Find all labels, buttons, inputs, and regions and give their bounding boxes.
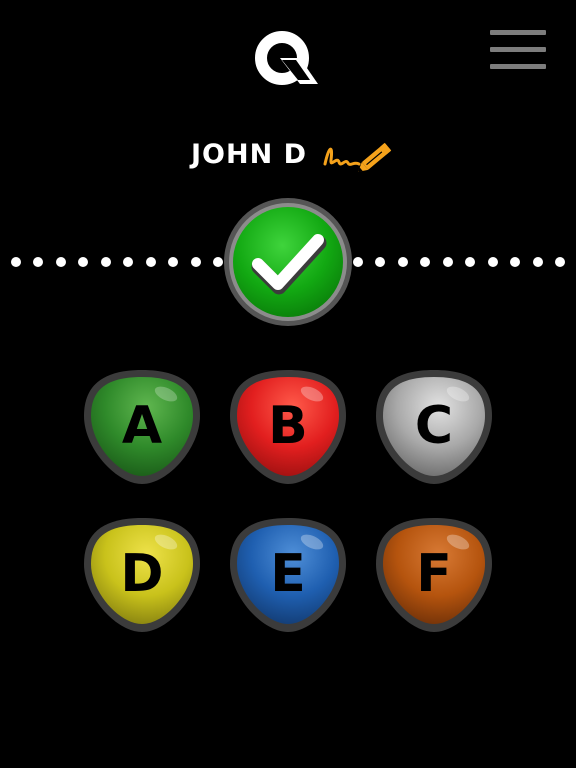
progress-dot xyxy=(168,257,178,267)
quiz-screen: JOHN D A B C D E F xyxy=(0,0,576,768)
progress-dot xyxy=(398,257,408,267)
edit-name-button[interactable] xyxy=(321,134,399,174)
answer-letter: B xyxy=(268,396,308,456)
progress-dot xyxy=(533,257,543,267)
progress-dot xyxy=(375,257,385,267)
progress-dot xyxy=(488,257,498,267)
quiz-q-logo-icon xyxy=(252,28,324,90)
progress-dot xyxy=(123,257,133,267)
answer-letter: C xyxy=(414,396,454,456)
progress-dot xyxy=(191,257,201,267)
player-row: JOHN D xyxy=(150,128,440,180)
progress-dot xyxy=(33,257,43,267)
answer-button-a[interactable]: A xyxy=(82,368,202,488)
answer-letter: A xyxy=(121,396,163,456)
answer-button-c[interactable]: C xyxy=(374,368,494,488)
answer-button-d[interactable]: D xyxy=(82,516,202,636)
answer-button-e[interactable]: E xyxy=(228,516,348,636)
answer-letter: F xyxy=(416,544,452,604)
progress-dot xyxy=(146,257,156,267)
answer-button-f[interactable]: F xyxy=(374,516,494,636)
progress-dot xyxy=(78,257,88,267)
progress-dot xyxy=(510,257,520,267)
answer-letter: D xyxy=(120,544,164,604)
progress-dot xyxy=(420,257,430,267)
menu-button[interactable] xyxy=(488,26,548,74)
player-name: JOHN D xyxy=(190,138,307,170)
progress-dot xyxy=(11,257,21,267)
signature-pencil-icon xyxy=(323,142,392,172)
answer-letter: E xyxy=(270,544,306,604)
progress-dot xyxy=(443,257,453,267)
progress-dot xyxy=(465,257,475,267)
answer-button-b[interactable]: B xyxy=(228,368,348,488)
progress-dot xyxy=(555,257,565,267)
progress-dot xyxy=(353,257,363,267)
answer-status-badge xyxy=(222,196,354,328)
progress-dot xyxy=(56,257,66,267)
progress-dot xyxy=(101,257,111,267)
